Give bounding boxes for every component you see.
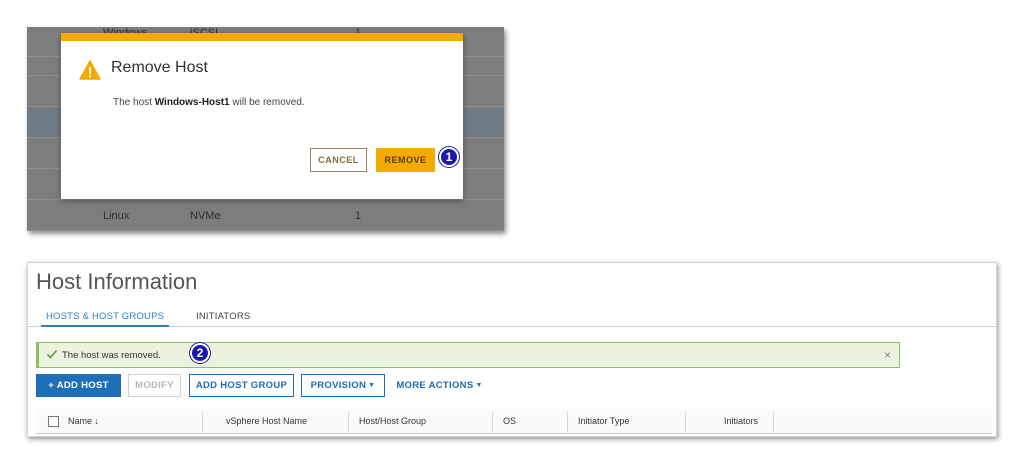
dialog-title: Remove Host (111, 59, 208, 76)
tab-initiators[interactable]: INITIATORS (196, 311, 250, 322)
warning-icon (79, 60, 101, 80)
dialog-message: The host Windows-Host1 will be removed. (113, 97, 305, 108)
bg-type: NVMe (190, 210, 221, 222)
tab-hosts-host-groups[interactable]: HOSTS & HOST GROUPS (41, 311, 170, 327)
column-initiators[interactable]: Initiators (724, 409, 758, 434)
column-divider[interactable] (773, 411, 774, 432)
success-alert: The host was removed. × (36, 342, 900, 368)
column-host-group[interactable]: Host/Host Group (359, 409, 426, 434)
column-divider[interactable] (567, 411, 568, 432)
column-divider[interactable] (492, 411, 493, 432)
message-suffix: will be removed. (229, 97, 305, 108)
host-name: Windows-Host1 (154, 97, 230, 108)
close-icon[interactable]: × (884, 348, 891, 362)
provision-dropdown[interactable]: PROVISION ▼ (301, 374, 385, 397)
remove-button[interactable]: REMOVE (376, 148, 435, 172)
select-all-checkbox[interactable] (48, 416, 59, 427)
column-initiator-type[interactable]: Initiator Type (578, 409, 629, 434)
tab-bar: HOSTS & HOST GROUPS INITIATORS (28, 309, 996, 327)
provision-label: PROVISION (310, 380, 367, 391)
add-host-button[interactable]: + ADD HOST (36, 374, 121, 397)
page-title: Host Information (36, 269, 198, 294)
message-prefix: The host (113, 97, 155, 108)
remove-host-dialog: Remove Host The host Windows-Host1 will … (61, 33, 463, 199)
check-icon (46, 349, 58, 359)
step-callout-1: 1 (439, 147, 459, 167)
bg-os: Linux (103, 210, 130, 222)
column-os[interactable]: OS (503, 409, 516, 434)
more-actions-label: MORE ACTIONS (396, 380, 474, 391)
bg-count: 1 (355, 210, 362, 222)
caret-down-icon: ▼ (475, 382, 483, 389)
modify-button[interactable]: MODIFY (128, 374, 181, 397)
hosts-grid-header: Name ↓ vSphere Host Name Host/Host Group… (36, 409, 992, 434)
alert-message: The host was removed. (62, 350, 161, 361)
step-callout-2: 2 (190, 343, 210, 363)
caret-down-icon: ▼ (368, 382, 376, 389)
more-actions-dropdown[interactable]: MORE ACTIONS ▼ (392, 374, 487, 397)
add-host-group-button[interactable]: ADD HOST GROUP (189, 374, 294, 397)
column-name[interactable]: Name ↓ (68, 409, 99, 434)
column-divider[interactable] (202, 411, 203, 432)
column-vsphere-host-name[interactable]: vSphere Host Name (226, 409, 307, 434)
column-divider[interactable] (685, 411, 686, 432)
column-divider[interactable] (348, 411, 349, 432)
host-information-panel: Host Information HOSTS & HOST GROUPS INI… (27, 262, 997, 437)
background-row: Linux NVMe 1 (27, 201, 504, 231)
remove-host-screenshot: Windows iSCSI 1 Linux NVMe 1 Remove Host… (27, 27, 504, 231)
cancel-button[interactable]: CANCEL (310, 148, 367, 172)
